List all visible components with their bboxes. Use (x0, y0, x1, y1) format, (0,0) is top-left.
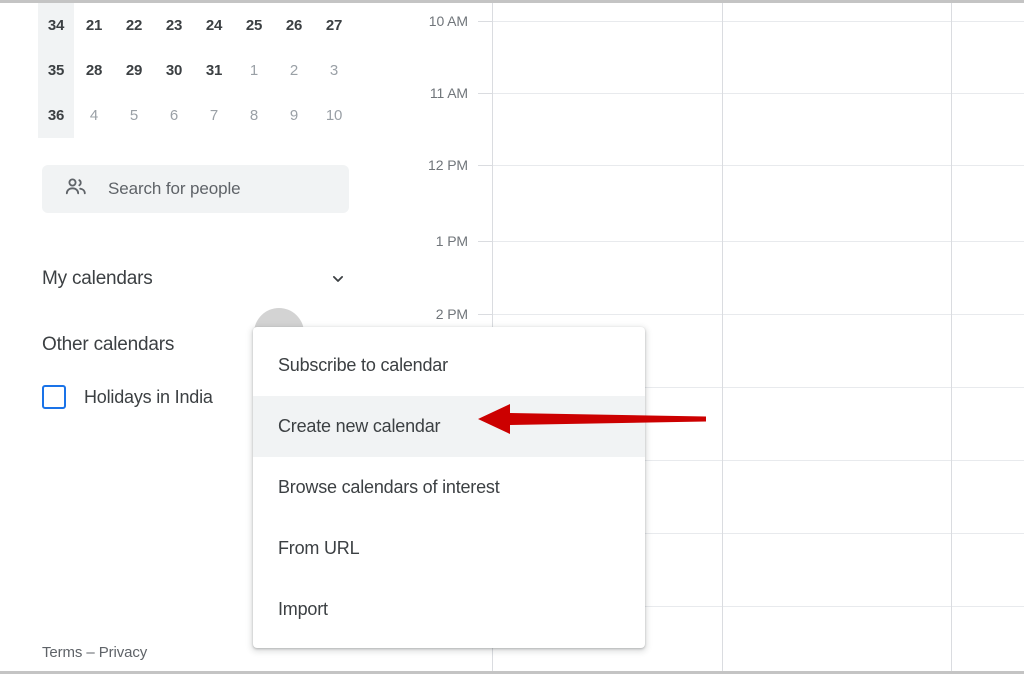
menu-item-subscribe-to-calendar[interactable]: Subscribe to calendar (253, 335, 645, 396)
week-number[interactable]: 36 (38, 93, 74, 138)
calendar-app-screenshot: 34 21 22 23 24 25 26 27 35 28 29 30 31 1… (0, 0, 1024, 674)
hour-tick (478, 93, 492, 94)
my-calendars-section-header[interactable]: My calendars (42, 265, 350, 293)
search-for-people-input[interactable]: Search for people (42, 165, 349, 213)
hour-gridline (492, 21, 1024, 22)
hour-tick (478, 314, 492, 315)
menu-item-create-new-calendar[interactable]: Create new calendar (253, 396, 645, 457)
mini-calendar-day[interactable]: 3 (314, 48, 354, 93)
mini-calendar-day[interactable]: 8 (234, 93, 274, 138)
mini-calendar-day[interactable]: 10 (314, 93, 354, 138)
hour-gridline (492, 314, 1024, 315)
mini-calendar-day[interactable]: 1 (234, 48, 274, 93)
hour-gridline (492, 241, 1024, 242)
mini-calendar-day[interactable]: 7 (194, 93, 234, 138)
mini-calendar-day[interactable]: 29 (114, 48, 154, 93)
hour-tick (478, 241, 492, 242)
day-column-divider (951, 3, 952, 671)
mini-calendar-day[interactable]: 23 (154, 3, 194, 48)
week-number[interactable]: 34 (38, 3, 74, 48)
menu-item-from-url[interactable]: From URL (253, 518, 645, 579)
hour-tick (478, 165, 492, 166)
calendar-checkbox[interactable] (42, 385, 66, 409)
mini-calendar-day[interactable]: 30 (154, 48, 194, 93)
people-icon (64, 175, 88, 204)
other-calendars-title: Other calendars (42, 334, 175, 355)
mini-calendar-week-row: 35 28 29 30 31 1 2 3 (38, 48, 358, 93)
mini-calendar-day[interactable]: 28 (74, 48, 114, 93)
day-column-divider (722, 3, 723, 671)
mini-calendar-day[interactable]: 25 (234, 3, 274, 48)
footer-terms-privacy[interactable]: Terms – Privacy (42, 644, 147, 661)
mini-calendar-day[interactable]: 31 (194, 48, 234, 93)
mini-calendar-day[interactable]: 22 (114, 3, 154, 48)
mini-calendar-day[interactable]: 24 (194, 3, 234, 48)
mini-calendar-week-row: 36 4 5 6 7 8 9 10 (38, 93, 358, 138)
hour-tick (478, 21, 492, 22)
hour-gridline (492, 93, 1024, 94)
my-calendars-title: My calendars (42, 268, 153, 289)
hour-gridline (492, 165, 1024, 166)
mini-calendar-day[interactable]: 26 (274, 3, 314, 48)
menu-item-browse-calendars-of-interest[interactable]: Browse calendars of interest (253, 457, 645, 518)
menu-item-import[interactable]: Import (253, 579, 645, 640)
mini-calendar-day[interactable]: 21 (74, 3, 114, 48)
mini-calendar-day[interactable]: 27 (314, 3, 354, 48)
mini-calendar-day[interactable]: 4 (74, 93, 114, 138)
mini-calendar: 34 21 22 23 24 25 26 27 35 28 29 30 31 1… (38, 3, 358, 138)
mini-calendar-week-row: 34 21 22 23 24 25 26 27 (38, 3, 358, 48)
week-number[interactable]: 35 (38, 48, 74, 93)
chevron-down-icon[interactable] (326, 267, 350, 291)
mini-calendar-day[interactable]: 6 (154, 93, 194, 138)
calendar-name-label: Holidays in India (84, 386, 213, 407)
search-for-people-placeholder: Search for people (108, 179, 241, 198)
mini-calendar-day[interactable]: 2 (274, 48, 314, 93)
mini-calendar-day[interactable]: 5 (114, 93, 154, 138)
mini-calendar-day[interactable]: 9 (274, 93, 314, 138)
add-calendar-context-menu: Subscribe to calendar Create new calenda… (253, 327, 645, 648)
